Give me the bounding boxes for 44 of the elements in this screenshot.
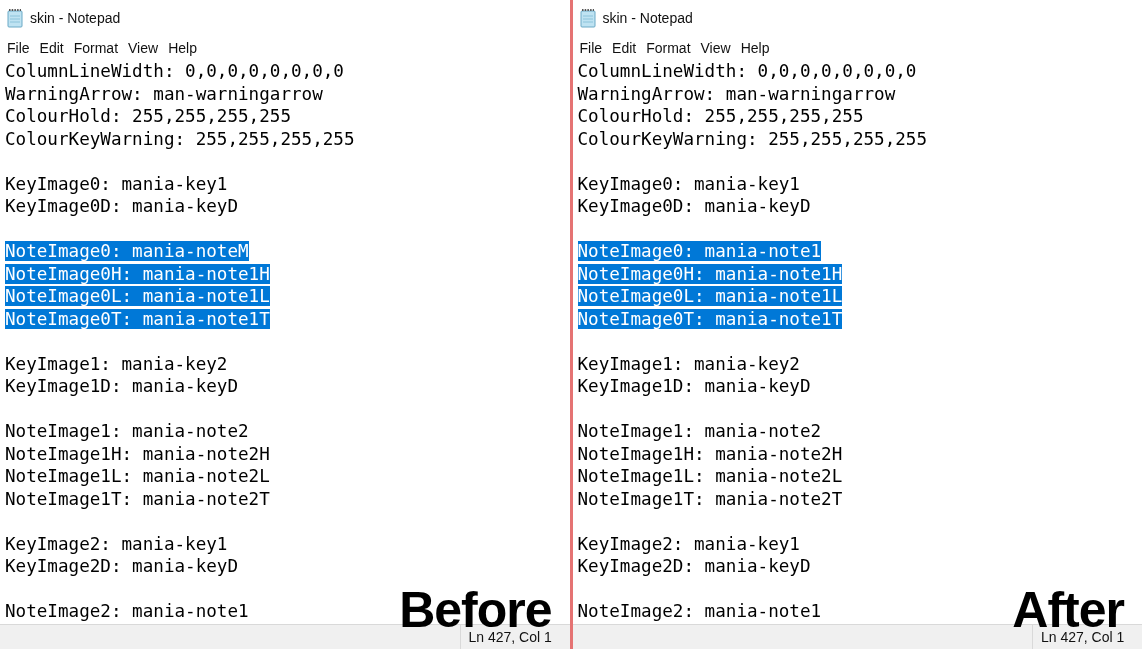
text-line: KeyImage1D: mania-keyD xyxy=(5,376,239,396)
text-line: ColumnLineWidth: 0,0,0,0,0,0,0,0 xyxy=(577,61,917,81)
text-line: NoteImage1: mania-note2 xyxy=(577,421,822,441)
text-line: KeyImage0: mania-key1 xyxy=(5,173,228,194)
text-line: KeyImage1: mania-key2 xyxy=(5,353,228,374)
text-line: KeyImage2: mania-key1 xyxy=(5,533,228,554)
window-title: skin - Notepad xyxy=(602,8,693,28)
text-line: NoteImage1H: mania-note2H xyxy=(5,443,270,464)
text-line: KeyImage0D: mania-keyD xyxy=(5,196,239,216)
text-line: KeyImage2: mania-key1 xyxy=(577,533,800,554)
text-line: NoteImage1L: mania-note2L xyxy=(577,466,843,486)
menu-item[interactable]: View xyxy=(123,37,164,59)
text-line: NoteImage1L: mania-note2L xyxy=(5,466,270,486)
text-line: WarningArrow: man-warningarrow xyxy=(577,83,896,104)
text-line: NoteImage1T: mania-note2T xyxy=(5,488,270,509)
text-line: ColourKeyWarning: 255,255,255,255 xyxy=(5,128,355,149)
menu-item[interactable]: Format xyxy=(68,37,124,59)
menu-item[interactable]: Edit xyxy=(34,37,69,59)
menu-item[interactable]: Format xyxy=(641,37,696,59)
menu-item[interactable]: Edit xyxy=(607,37,642,59)
text-line: ColumnLineWidth: 0,0,0,0,0,0,0,0 xyxy=(5,61,344,81)
window-title: skin - Notepad xyxy=(30,8,121,28)
text-line: ColourHold: 255,255,255,255 xyxy=(5,106,291,126)
text-line: ColourKeyWarning: 255,255,255,255 xyxy=(577,128,928,149)
text-line: KeyImage0: mania-key1 xyxy=(577,173,800,194)
text-line: KeyImage2D: mania-keyD xyxy=(5,556,239,576)
text-line: KeyImage0D: mania-keyD xyxy=(577,196,811,216)
text-line: ColourHold: 255,255,255,255 xyxy=(577,106,864,126)
text-line: KeyImage2D: mania-keyD xyxy=(577,556,811,576)
text-line: NoteImage1T: mania-note2T xyxy=(577,488,843,509)
text-line: WarningArrow: man-warningarrow xyxy=(5,83,323,104)
text-line: NoteImage1: mania-note2 xyxy=(5,421,249,441)
text-line: KeyImage1: mania-key2 xyxy=(577,353,800,374)
text-line: NoteImage1H: mania-note2H xyxy=(577,443,843,464)
notepad-icon xyxy=(6,8,24,28)
text-line: NoteImage2: mania-note1 xyxy=(5,601,249,621)
text-line: NoteImage2: mania-note1 xyxy=(577,601,822,621)
menu-item[interactable]: Help xyxy=(735,37,775,59)
menu-item[interactable]: Help xyxy=(163,37,202,59)
menu-item[interactable]: File xyxy=(2,37,35,59)
menu-item[interactable]: View xyxy=(695,37,736,59)
menu-item[interactable]: File xyxy=(574,37,608,59)
notepad-icon xyxy=(578,8,597,28)
text-line: KeyImage1D: mania-keyD xyxy=(577,376,811,396)
